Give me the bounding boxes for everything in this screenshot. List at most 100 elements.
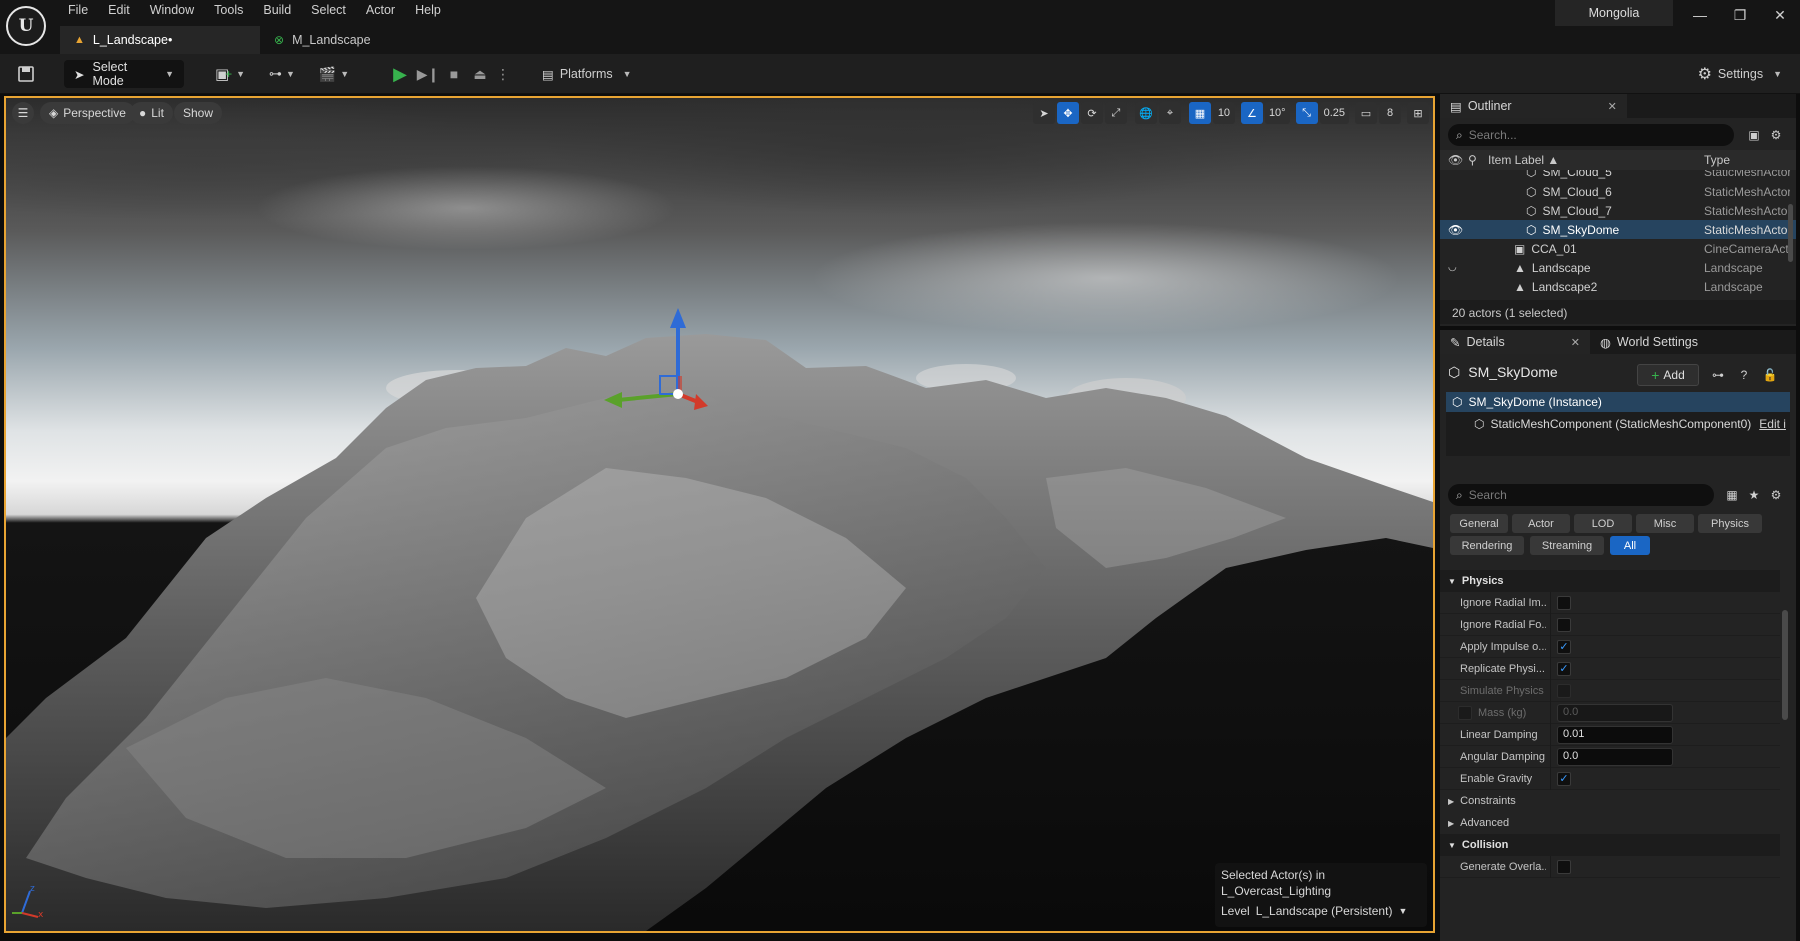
lock-icon[interactable]: 🔓 bbox=[1760, 366, 1780, 384]
translate-tool-icon[interactable]: ✥ bbox=[1056, 102, 1079, 124]
category-advanced[interactable]: ▶ Advanced bbox=[1440, 812, 1780, 834]
outliner-row[interactable]: ⬡ SM_Cloud_7 StaticMeshActor bbox=[1440, 201, 1796, 220]
checkbox[interactable] bbox=[1557, 684, 1571, 698]
outliner-scrollbar[interactable] bbox=[1788, 204, 1793, 262]
filter-all[interactable]: All bbox=[1610, 536, 1650, 555]
checkbox[interactable] bbox=[1557, 618, 1571, 632]
maximize-viewport-icon[interactable]: ⊞ bbox=[1407, 102, 1429, 124]
outliner-row[interactable]: ▲ Landscape2 Landscape bbox=[1440, 277, 1796, 296]
outliner-search-input[interactable]: ⌕ Search... bbox=[1448, 124, 1734, 146]
perspective-button[interactable]: ◈ Perspective bbox=[40, 102, 135, 124]
filter-actor[interactable]: Actor bbox=[1512, 514, 1570, 533]
scale-snap-icon[interactable]: ⤡ bbox=[1295, 102, 1318, 124]
settings-button[interactable]: ⚙ Settings ▼ bbox=[1698, 60, 1782, 88]
category-collision[interactable]: ▼ Collision bbox=[1440, 834, 1780, 856]
outliner-row[interactable]: ⬡ SM_Cloud_6 StaticMeshActor bbox=[1440, 182, 1796, 201]
gear-icon[interactable]: ⚙ bbox=[1766, 124, 1786, 146]
help-icon[interactable]: ? bbox=[1734, 366, 1754, 384]
details-tab[interactable]: ✎ Details ✕ bbox=[1440, 330, 1590, 354]
level-viewport[interactable]: ☰ ◈ Perspective ● Lit Show ➤ ✥ ⟳ ⤢ 🌐 ⌖ ▦… bbox=[4, 96, 1435, 933]
add-actor-icon[interactable]: ▣ + ▼ bbox=[212, 60, 248, 88]
edit-in-blueprint-link[interactable]: Edit i bbox=[1759, 417, 1786, 431]
item-label-column[interactable]: Item Label ▲ bbox=[1488, 153, 1559, 167]
unreal-logo-icon[interactable]: U bbox=[6, 6, 46, 46]
surface-snap-icon[interactable]: ⌖ bbox=[1158, 102, 1181, 124]
checkbox[interactable] bbox=[1557, 860, 1571, 874]
menu-window[interactable]: Window bbox=[140, 0, 204, 22]
type-column[interactable]: Type bbox=[1704, 153, 1730, 167]
lit-button[interactable]: ● Lit bbox=[130, 102, 173, 124]
minimize-icon[interactable]: — bbox=[1680, 0, 1720, 30]
add-folder-icon[interactable]: ▣ bbox=[1744, 124, 1764, 146]
tab-l-landscape[interactable]: ▲ L_Landscape• bbox=[60, 26, 260, 54]
show-button[interactable]: Show bbox=[174, 102, 223, 124]
angular-damping-field[interactable]: 0.0 bbox=[1557, 748, 1673, 766]
grid-snap-value[interactable]: 10 bbox=[1212, 102, 1235, 124]
checkbox[interactable] bbox=[1557, 596, 1571, 610]
blueprint-icon[interactable]: ⊶ ▼ bbox=[264, 60, 300, 88]
category-constraints[interactable]: ▶ Constraints bbox=[1440, 790, 1780, 812]
table-view-icon[interactable]: ▦ bbox=[1722, 486, 1742, 504]
filter-rendering[interactable]: Rendering bbox=[1450, 536, 1524, 555]
menu-actor[interactable]: Actor bbox=[356, 0, 405, 22]
menu-edit[interactable]: Edit bbox=[98, 0, 140, 22]
checkbox[interactable]: ✓ bbox=[1557, 772, 1571, 786]
camera-speed-value[interactable]: 8 bbox=[1379, 102, 1401, 124]
hidden-eye-icon[interactable]: ◡ bbox=[1448, 262, 1457, 273]
eject-icon[interactable]: ⏏ bbox=[468, 60, 492, 88]
close-icon[interactable]: ✕ bbox=[1571, 336, 1580, 349]
mass-field[interactable]: 0.0 bbox=[1557, 704, 1673, 722]
menu-build[interactable]: Build bbox=[253, 0, 301, 22]
stop-icon[interactable]: ■ bbox=[442, 60, 466, 88]
select-mode-dropdown[interactable]: ➤ Select Mode ▼ bbox=[64, 60, 184, 88]
save-icon[interactable] bbox=[12, 60, 40, 88]
visibility-icon[interactable]: 👁 bbox=[1448, 223, 1463, 237]
checkbox[interactable]: ✓ bbox=[1557, 662, 1571, 676]
visibility-icon[interactable]: 👁 bbox=[1448, 153, 1463, 167]
outliner-row-selected[interactable]: 👁 ⬡ SM_SkyDome StaticMeshActor bbox=[1440, 220, 1796, 239]
tab-m-landscape[interactable]: ⊗ M_Landscape bbox=[260, 26, 385, 54]
star-icon[interactable]: ★ bbox=[1744, 486, 1764, 504]
step-icon[interactable]: ▶❙ bbox=[416, 60, 440, 88]
world-space-icon[interactable]: 🌐 bbox=[1134, 102, 1157, 124]
select-tool-icon[interactable]: ➤ bbox=[1032, 102, 1055, 124]
scale-snap-value[interactable]: 0.25 bbox=[1319, 102, 1349, 124]
play-icon[interactable]: ▶ bbox=[388, 60, 412, 88]
close-icon[interactable]: ✕ bbox=[1608, 100, 1617, 113]
override-checkbox[interactable] bbox=[1458, 706, 1472, 720]
menu-tools[interactable]: Tools bbox=[204, 0, 253, 22]
platforms-button[interactable]: ▤ Platforms ▼ bbox=[542, 60, 632, 88]
menu-select[interactable]: Select bbox=[301, 0, 356, 22]
menu-file[interactable]: File bbox=[58, 0, 98, 22]
viewport-menu-icon[interactable]: ☰ bbox=[12, 102, 34, 124]
outliner-row[interactable]: ◡ ▲ Landscape Landscape bbox=[1440, 258, 1796, 277]
world-settings-tab[interactable]: ◍ World Settings bbox=[1590, 330, 1708, 354]
blueprint-convert-icon[interactable]: ⊶ bbox=[1708, 366, 1728, 384]
grid-snap-icon[interactable]: ▦ bbox=[1188, 102, 1211, 124]
component-row-static-mesh[interactable]: ⬡ StaticMeshComponent (StaticMeshCompone… bbox=[1446, 414, 1790, 434]
outliner-tab[interactable]: ▤ Outliner ✕ bbox=[1440, 94, 1627, 118]
more-options-icon[interactable]: ⋮ bbox=[496, 60, 510, 88]
outliner-row[interactable]: ▣ CCA_01 CineCameraActor bbox=[1440, 239, 1796, 258]
rotation-snap-icon[interactable]: ∠ bbox=[1240, 102, 1263, 124]
filter-physics[interactable]: Physics bbox=[1698, 514, 1762, 533]
pin-icon[interactable]: ⚲ bbox=[1468, 153, 1477, 167]
checkbox[interactable]: ✓ bbox=[1557, 640, 1571, 654]
category-physics[interactable]: ▼ Physics bbox=[1440, 570, 1780, 592]
menu-help[interactable]: Help bbox=[405, 0, 451, 22]
add-component-button[interactable]: + Add bbox=[1637, 364, 1699, 386]
details-search-input[interactable]: ⌕ Search bbox=[1448, 484, 1714, 506]
level-selector[interactable]: Level L_Landscape (Persistent) ▼ bbox=[1221, 903, 1421, 919]
scale-tool-icon[interactable]: ⤢ bbox=[1104, 102, 1127, 124]
gear-icon[interactable]: ⚙ bbox=[1766, 486, 1786, 504]
close-icon[interactable]: ✕ bbox=[1760, 0, 1800, 30]
filter-streaming[interactable]: Streaming bbox=[1530, 536, 1604, 555]
outliner-row[interactable]: ⬡ SM_Cloud_5 StaticMeshActor bbox=[1440, 170, 1796, 182]
cinematics-icon[interactable]: 🎬 ▼ bbox=[316, 60, 352, 88]
rotate-tool-icon[interactable]: ⟳ bbox=[1080, 102, 1103, 124]
restore-icon[interactable]: ❐ bbox=[1720, 0, 1760, 30]
rotation-snap-value[interactable]: 10° bbox=[1264, 102, 1290, 124]
filter-misc[interactable]: Misc bbox=[1636, 514, 1694, 533]
camera-speed-icon[interactable]: ▭ bbox=[1355, 102, 1377, 124]
filter-general[interactable]: General bbox=[1450, 514, 1508, 533]
